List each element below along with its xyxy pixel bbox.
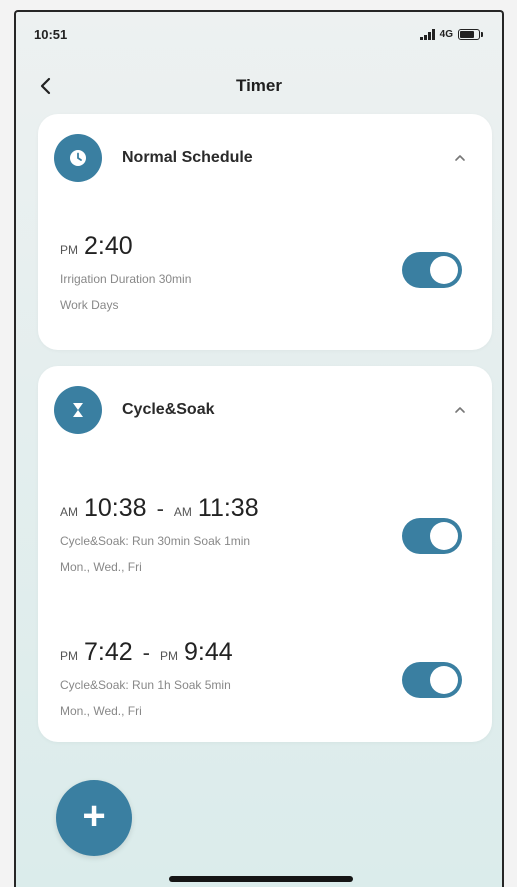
start-time-value: 10:38 <box>84 494 147 522</box>
normal-schedule-header: Normal Schedule <box>54 132 476 184</box>
timer-detail: Cycle&Soak: Run 1h Soak 5min <box>60 678 231 692</box>
status-bar: 10:51 4G <box>16 12 502 56</box>
normal-timer-toggle[interactable] <box>402 252 462 288</box>
cycle-timer-toggle-1[interactable] <box>402 518 462 554</box>
home-indicator[interactable] <box>169 876 353 882</box>
start-period-label: AM <box>60 505 78 519</box>
clock-icon <box>54 134 102 182</box>
battery-icon <box>458 28 483 40</box>
page-title: Timer <box>236 76 282 95</box>
timer-time-range: PM 7:42 - PM 9:44 <box>60 638 233 667</box>
timer-time: PM 2:40 <box>60 232 133 261</box>
time-value: 2:40 <box>84 232 133 260</box>
end-period-label: PM <box>160 649 178 663</box>
cycle-soak-card: Cycle&Soak AM 10:38 - AM 11:38 Cycle&Soa… <box>38 366 492 742</box>
cycle-timer-row[interactable]: PM 7:42 - PM 9:44 Cycle&Soak: Run 1h Soa… <box>60 638 476 738</box>
signal-icon <box>419 28 435 40</box>
collapse-cycle-soak-button[interactable] <box>444 394 476 426</box>
cycle-soak-title: Cycle&Soak <box>122 401 215 418</box>
status-indicators: 4G <box>419 28 483 40</box>
add-timer-button[interactable]: + <box>56 780 132 856</box>
cycle-timer-toggle-2[interactable] <box>402 662 462 698</box>
timer-time-range: AM 10:38 - AM 11:38 <box>60 494 259 523</box>
period-label: PM <box>60 243 78 257</box>
plus-icon: + <box>82 794 106 838</box>
chevron-up-icon <box>455 407 465 413</box>
timer-days: Mon., Wed., Fri <box>60 560 142 574</box>
timer-days: Mon., Wed., Fri <box>60 704 142 718</box>
chevron-up-icon <box>455 155 465 161</box>
normal-schedule-card: Normal Schedule PM 2:40 Irrigation Durat… <box>38 114 492 350</box>
time-separator: - <box>156 496 164 521</box>
normal-timer-row[interactable]: PM 2:40 Irrigation Duration 30min Work D… <box>60 232 476 332</box>
cycle-soak-header: Cycle&Soak <box>54 384 476 436</box>
cycle-timer-row[interactable]: AM 10:38 - AM 11:38 Cycle&Soak: Run 30mi… <box>60 494 476 594</box>
normal-schedule-title: Normal Schedule <box>122 149 253 166</box>
back-button[interactable] <box>32 72 60 100</box>
timer-detail: Irrigation Duration 30min <box>60 272 192 286</box>
chevron-left-icon <box>40 77 51 95</box>
collapse-normal-schedule-button[interactable] <box>444 142 476 174</box>
status-time: 10:51 <box>34 26 68 42</box>
end-period-label: AM <box>173 505 192 519</box>
network-label: 4G <box>439 28 453 40</box>
start-time-value: 7:42 <box>84 638 133 666</box>
nav-bar: Timer <box>16 66 502 106</box>
timer-days: Work Days <box>60 298 119 312</box>
hourglass-icon <box>54 386 102 434</box>
end-time-value: 9:44 <box>184 638 233 666</box>
timer-detail: Cycle&Soak: Run 30min Soak 1min <box>60 534 251 548</box>
time-separator: - <box>142 640 150 665</box>
start-period-label: PM <box>60 649 78 663</box>
end-time-value: 11:38 <box>197 494 259 522</box>
phone-screen: 10:51 4G Timer Normal Schedule PM 2:40 I… <box>14 10 504 887</box>
